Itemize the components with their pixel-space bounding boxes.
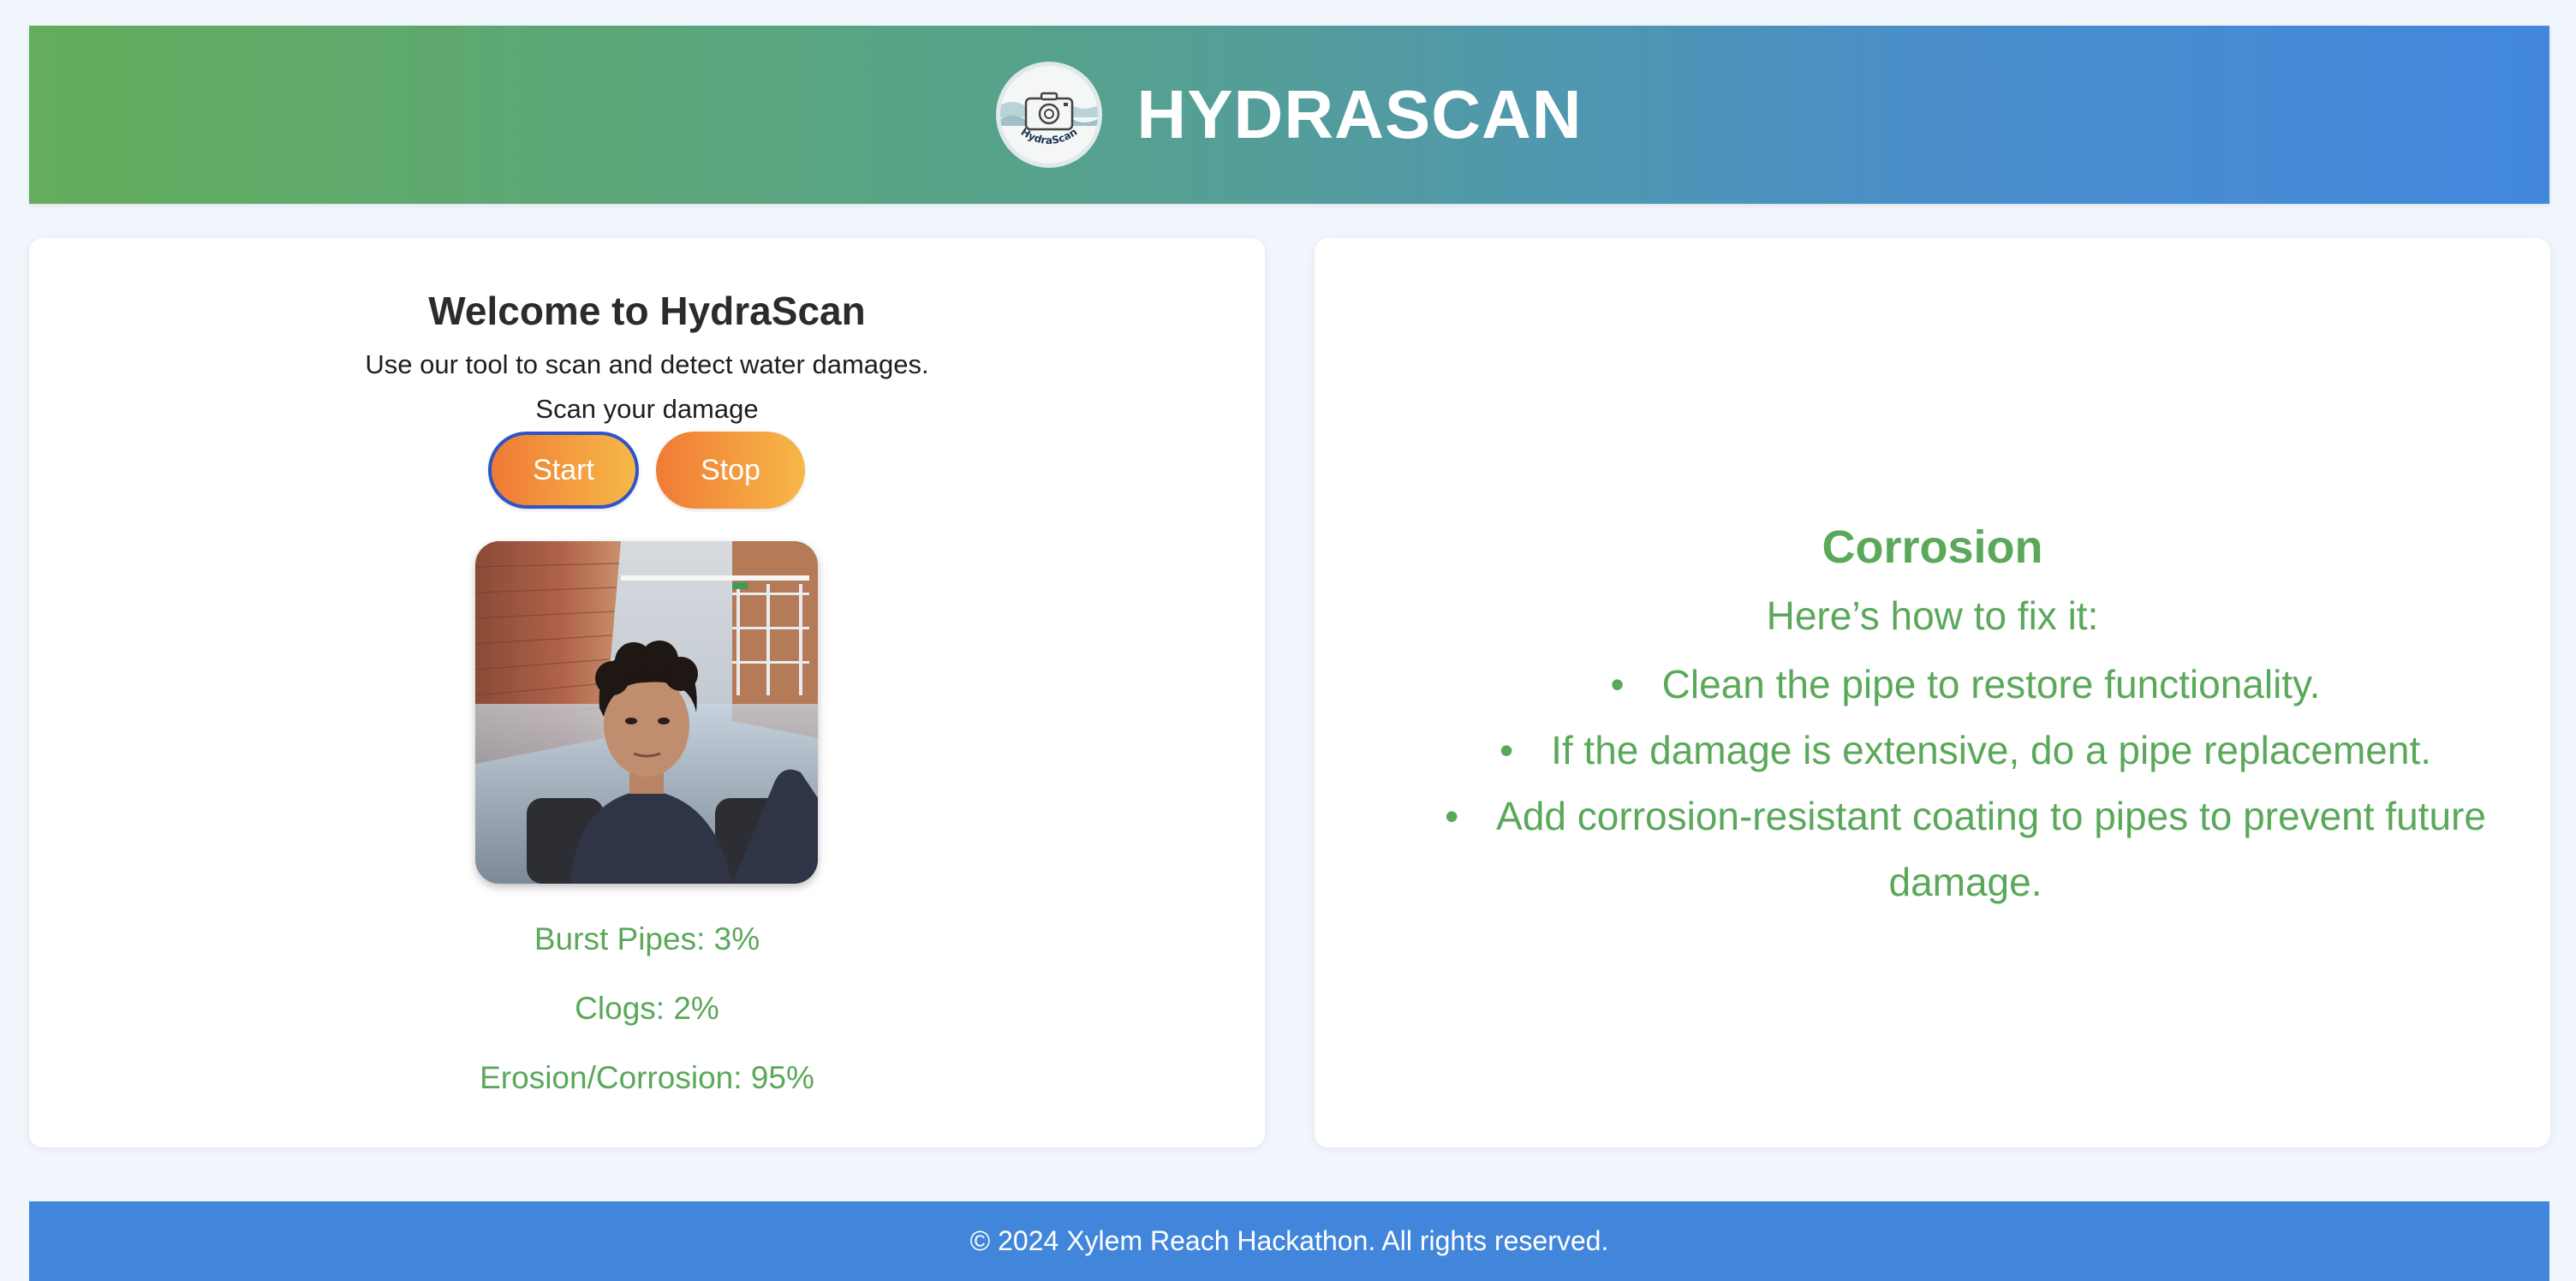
- metric-clogs: Clogs: 2%: [575, 991, 719, 1026]
- results-panel: Corrosion Here’s how to fix it: • Clean t…: [1315, 238, 2550, 1147]
- start-button[interactable]: Start: [488, 432, 639, 509]
- fix-list: • Clean the pipe to restore functionality…: [1409, 652, 2522, 915]
- camera-icon: HydraScan: [1000, 92, 1099, 146]
- page-footer: © 2024 Xylem Reach Hackathon. All rights…: [29, 1201, 2549, 1281]
- footer-text: © 2024 Xylem Reach Hackathon. All rights…: [969, 1225, 1609, 1256]
- fix-text: Clean the pipe to restore functionality.: [1661, 662, 2321, 706]
- result-title: Corrosion: [1822, 521, 2043, 573]
- scanner-panel: Welcome to HydraScan Use our tool to sca…: [29, 238, 1265, 1147]
- brand-title: HYDRASCAN: [1136, 76, 1583, 152]
- webcam-feed: [475, 541, 818, 884]
- bullet-icon: •: [1445, 794, 1459, 838]
- stop-button[interactable]: Stop: [656, 432, 805, 509]
- fix-text: Add corrosion-resistant coating to pipes…: [1496, 794, 2486, 904]
- welcome-title: Welcome to HydraScan: [428, 289, 866, 333]
- bullet-icon: •: [1499, 728, 1514, 772]
- result-subtitle: Here’s how to fix it:: [1766, 593, 2099, 638]
- fix-text: If the damage is extensive, do a pipe re…: [1551, 728, 2432, 772]
- list-item: • If the damage is extensive, do a pipe r…: [1409, 718, 2522, 783]
- bullet-icon: •: [1610, 662, 1625, 706]
- list-item: • Add corrosion-resistant coating to pipe…: [1409, 783, 2522, 915]
- metric-erosion-corrosion: Erosion/Corrosion: 95%: [480, 1060, 814, 1095]
- app-header: HydraScan HYDRASCAN: [29, 26, 2549, 204]
- metric-burst-pipes: Burst Pipes: 3%: [534, 921, 760, 956]
- scan-label: Scan your damage: [535, 394, 759, 424]
- list-item: • Clean the pipe to restore functionality…: [1409, 652, 2522, 718]
- welcome-subtitle: Use our tool to scan and detect water da…: [365, 349, 929, 379]
- hydrascan-logo: HydraScan: [996, 62, 1103, 168]
